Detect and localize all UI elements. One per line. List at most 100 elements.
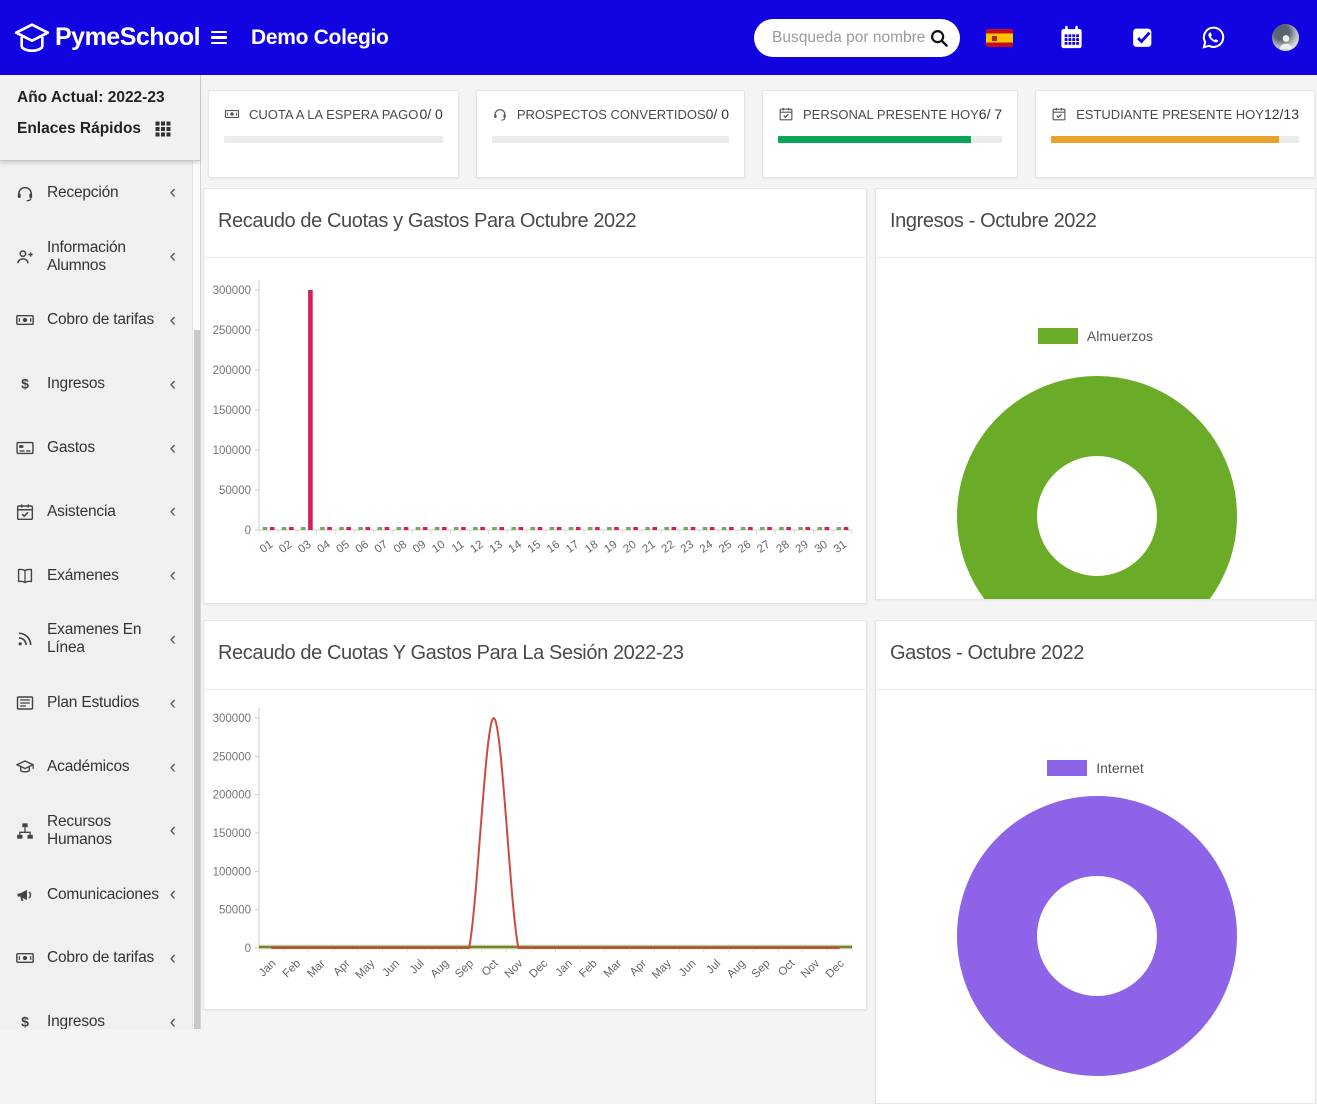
- spain-flag-icon[interactable]: [986, 29, 1013, 47]
- sidebar-menu: Recepción ‹ Información Alumnos ‹ Cobro …: [0, 161, 192, 1029]
- svg-text:10: 10: [430, 539, 447, 556]
- calendar-check-icon: [778, 106, 794, 122]
- search-box[interactable]: [754, 19, 960, 57]
- person-icon: [1276, 31, 1296, 51]
- sidebar-item-8[interactable]: Plan Estudios ‹: [0, 671, 192, 735]
- svg-text:27: 27: [755, 539, 772, 556]
- line-chart: 050000100000150000200000250000300000JanF…: [204, 690, 866, 1010]
- svg-text:23: 23: [679, 539, 696, 556]
- svg-text:Sep: Sep: [453, 958, 476, 981]
- sidebar-item-9[interactable]: Académicos ‹: [0, 735, 192, 799]
- money-icon: [224, 106, 240, 122]
- svg-text:Mar: Mar: [305, 958, 328, 981]
- chevron-left-icon: ‹: [170, 949, 180, 968]
- svg-text:08: 08: [392, 539, 409, 556]
- sidebar-item-2[interactable]: Cobro de tarifas ‹: [0, 289, 192, 353]
- sidebar-item-6[interactable]: Exámenes ‹: [0, 544, 192, 608]
- progress-bar: [778, 136, 1002, 143]
- svg-text:100000: 100000: [213, 445, 251, 457]
- svg-text:150000: 150000: [213, 405, 251, 417]
- sidebar-item-10[interactable]: Recursos Humanos ‹: [0, 799, 192, 863]
- chevron-left-icon: ‹: [170, 502, 180, 521]
- current-year-label: Año Actual: 2022-23: [17, 89, 186, 107]
- chart-title: Ingresos - Octubre 2022: [876, 189, 1315, 258]
- brand[interactable]: PymeSchool: [0, 18, 201, 58]
- svg-text:100000: 100000: [213, 866, 251, 878]
- stat-label: PROSPECTOS CONVERTIDOS: [517, 107, 706, 122]
- svg-text:250000: 250000: [213, 325, 251, 337]
- svg-text:0: 0: [245, 943, 251, 955]
- svg-text:50000: 50000: [219, 485, 251, 497]
- brand-name: PymeSchool: [55, 23, 200, 52]
- svg-text:06: 06: [354, 539, 371, 556]
- svg-text:24: 24: [698, 538, 716, 556]
- stat-label: ESTUDIANTE PRESENTE HOY: [1076, 107, 1264, 122]
- svg-text:0: 0: [245, 525, 251, 537]
- dollar-icon: $: [15, 374, 35, 394]
- svg-text:Dec: Dec: [824, 957, 847, 980]
- sidebar-scrollbar[interactable]: [192, 75, 200, 1029]
- chart-card-ingresos-donut: Ingresos - Octubre 2022 Almuerzos: [875, 188, 1316, 600]
- chart-card-daily-bar: Recaudo de Cuotas y Gastos Para Octubre …: [203, 188, 867, 604]
- svg-text:$: $: [21, 1015, 29, 1029]
- search-icon[interactable]: [928, 27, 950, 49]
- dollar-icon: $: [15, 1012, 35, 1029]
- sidebar-item-11[interactable]: Comunicaciones ‹: [0, 863, 192, 927]
- chart-title: Gastos - Octubre 2022: [876, 621, 1315, 690]
- svg-text:300000: 300000: [213, 713, 251, 725]
- progress-bar: [224, 136, 443, 143]
- stat-value: 6/ 7: [979, 106, 1002, 122]
- calendar-icon[interactable]: [1058, 24, 1085, 51]
- hamburger-menu-icon[interactable]: [211, 31, 227, 44]
- sidebar-item-12[interactable]: Cobro de tarifas ‹: [0, 927, 192, 991]
- svg-text:Apr: Apr: [331, 958, 352, 979]
- main-content: CUOTA A LA ESPERA PAGO 0/ 0 PROSPECTOS C…: [201, 75, 1317, 1029]
- svg-text:Jun: Jun: [677, 958, 699, 980]
- headset-icon: [15, 183, 35, 203]
- whatsapp-icon[interactable]: [1200, 24, 1227, 51]
- scrollbar-thumb[interactable]: [194, 330, 200, 1029]
- sidebar-item-0[interactable]: Recepción ‹: [0, 161, 192, 225]
- tasks-checkbox-icon[interactable]: [1130, 25, 1155, 50]
- sidebar-item-3[interactable]: $ Ingresos ‹: [0, 352, 192, 416]
- sidebar-item-4[interactable]: Gastos ‹: [0, 416, 192, 480]
- svg-text:09: 09: [411, 539, 428, 556]
- stat-card-0: CUOTA A LA ESPERA PAGO 0/ 0: [208, 90, 459, 178]
- svg-text:Feb: Feb: [281, 958, 304, 981]
- chevron-left-icon: ‹: [170, 885, 180, 904]
- chart-title: Recaudo de Cuotas Y Gastos Para La Sesió…: [204, 621, 866, 690]
- sidebar-item-7[interactable]: Examenes En Línea ‹: [0, 608, 192, 672]
- svg-text:20: 20: [621, 539, 638, 556]
- search-input[interactable]: [770, 28, 928, 48]
- svg-text:Aug: Aug: [428, 958, 451, 981]
- svg-text:Jan: Jan: [257, 958, 279, 980]
- svg-text:Dec: Dec: [527, 957, 550, 980]
- user-avatar[interactable]: [1272, 24, 1299, 51]
- sidebar-item-5[interactable]: Asistencia ‹: [0, 480, 192, 544]
- sidebar-item-label: Recursos Humanos: [47, 813, 170, 849]
- svg-text:200000: 200000: [213, 790, 251, 802]
- chevron-left-icon: ‹: [170, 694, 180, 713]
- sitemap-icon: [15, 821, 35, 841]
- svg-text:Jul: Jul: [704, 958, 723, 977]
- sidebar-item-13[interactable]: $ Ingresos ‹: [0, 990, 192, 1029]
- svg-text:Feb: Feb: [577, 958, 600, 981]
- svg-text:Apr: Apr: [628, 958, 649, 979]
- sidebar-item-label: Exámenes: [47, 567, 119, 585]
- quick-links-label: Enlaces Rápidos: [17, 120, 141, 138]
- svg-text:21: 21: [641, 539, 658, 556]
- grid-apps-icon[interactable]: [154, 120, 172, 138]
- bullhorn-icon: [15, 885, 35, 905]
- rss-icon: [15, 629, 35, 649]
- svg-text:Jul: Jul: [408, 958, 427, 977]
- chart-legend: Almuerzos: [876, 328, 1315, 344]
- sidebar-item-1[interactable]: Información Alumnos ‹: [0, 225, 192, 289]
- bar-chart: 0500001000001500002000002500003000000102…: [204, 258, 866, 604]
- svg-text:Nov: Nov: [503, 957, 526, 980]
- legend-swatch: [1047, 760, 1087, 776]
- user-plus-icon: [15, 247, 35, 267]
- stat-card-2: PERSONAL PRESENTE HOY 6/ 7: [762, 90, 1018, 178]
- svg-text:May: May: [353, 957, 377, 981]
- sidebar-item-label: Recepción: [47, 184, 118, 202]
- sidebar-item-label: Cobro de tarifas: [47, 311, 154, 329]
